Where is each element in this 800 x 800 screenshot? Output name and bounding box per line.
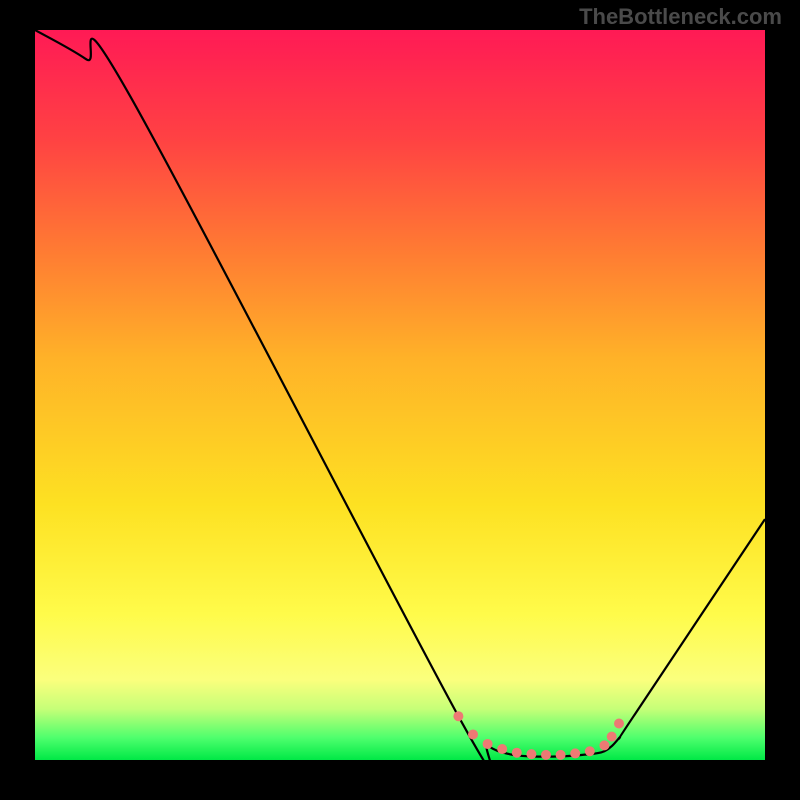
marker-point — [512, 748, 522, 758]
marker-point — [468, 729, 478, 739]
marker-point — [607, 732, 617, 742]
marker-point — [556, 750, 566, 760]
marker-point — [614, 719, 624, 729]
marker-point — [453, 711, 463, 721]
marker-point — [497, 744, 507, 754]
bottleneck-curve — [35, 30, 765, 760]
marker-point — [483, 739, 493, 749]
marker-point — [599, 740, 609, 750]
chart-plot-area — [35, 30, 765, 760]
marker-point — [585, 746, 595, 756]
chart-svg — [35, 30, 765, 760]
marker-point — [570, 748, 580, 758]
marker-point — [541, 750, 551, 760]
marker-point — [526, 749, 536, 759]
watermark-text: TheBottleneck.com — [579, 4, 782, 30]
